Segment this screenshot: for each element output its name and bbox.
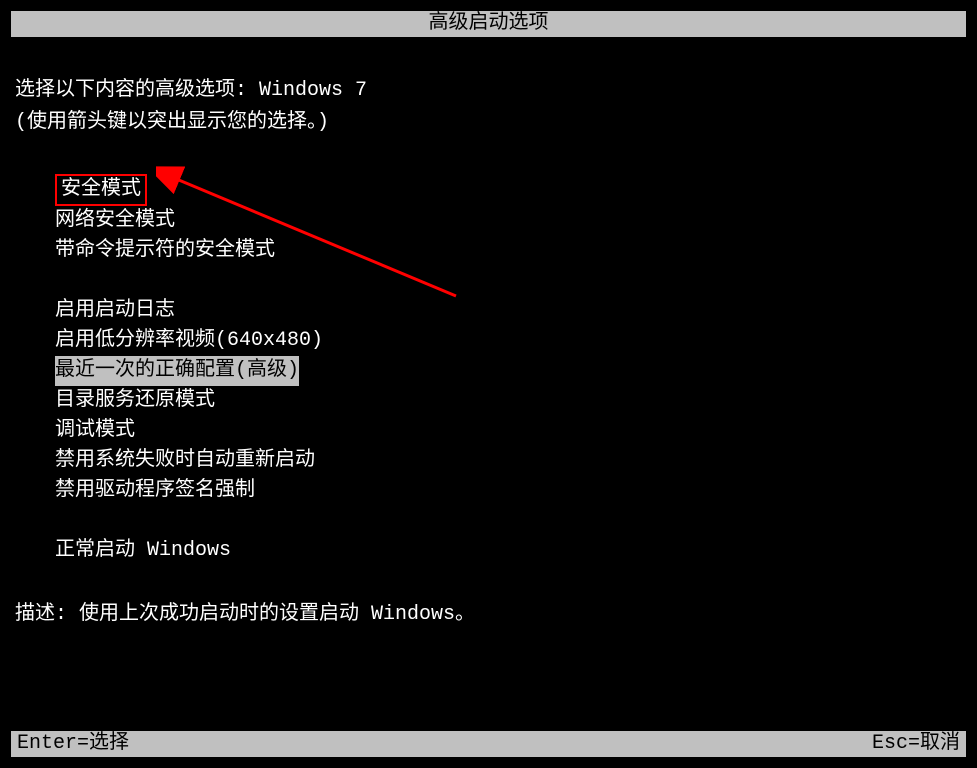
option-disable-auto-restart[interactable]: 禁用系统失败时自动重新启动 <box>55 446 315 476</box>
option-last-known-good[interactable]: 最近一次的正确配置(高级) <box>55 356 299 386</box>
option-safe-mode[interactable]: 安全模式 <box>55 174 147 206</box>
prompt-prefix: 选择以下内容的高级选项: <box>15 79 259 102</box>
footer-esc: Esc=取消 <box>872 731 960 757</box>
description-label: 描述: <box>15 603 79 626</box>
content-area: 选择以下内容的高级选项: Windows 7 (使用箭头键以突出显示您的选择。)… <box>1 37 976 626</box>
option-boot-logging[interactable]: 启用启动日志 <box>55 296 175 326</box>
option-disable-driver-signature[interactable]: 禁用驱动程序签名强制 <box>55 476 255 506</box>
hint-line: (使用箭头键以突出显示您的选择。) <box>15 104 962 134</box>
option-start-windows-normally[interactable]: 正常启动 Windows <box>55 536 231 566</box>
title-bar: 高级启动选项 <box>11 11 966 37</box>
title-text: 高级启动选项 <box>429 12 549 35</box>
hint-text: (使用箭头键以突出显示您的选择。) <box>15 111 329 134</box>
description-text: 使用上次成功启动时的设置启动 Windows。 <box>79 603 475 626</box>
footer-bar: Enter=选择 Esc=取消 <box>11 731 966 757</box>
os-name: Windows 7 <box>259 79 367 102</box>
option-low-res-video[interactable]: 启用低分辨率视频(640x480) <box>55 326 323 356</box>
footer-enter: Enter=选择 <box>17 731 129 757</box>
description: 描述: 使用上次成功启动时的设置启动 Windows。 <box>15 596 962 626</box>
option-ds-restore-mode[interactable]: 目录服务还原模式 <box>55 386 215 416</box>
option-safe-mode-network[interactable]: 网络安全模式 <box>55 206 175 236</box>
option-safe-mode-cmd[interactable]: 带命令提示符的安全模式 <box>55 236 275 266</box>
boot-options: 安全模式 网络安全模式 带命令提示符的安全模式 启用启动日志 启用低分辨率视频(… <box>15 174 962 566</box>
option-debugging-mode[interactable]: 调试模式 <box>55 416 135 446</box>
prompt-line: 选择以下内容的高级选项: Windows 7 <box>15 72 962 102</box>
